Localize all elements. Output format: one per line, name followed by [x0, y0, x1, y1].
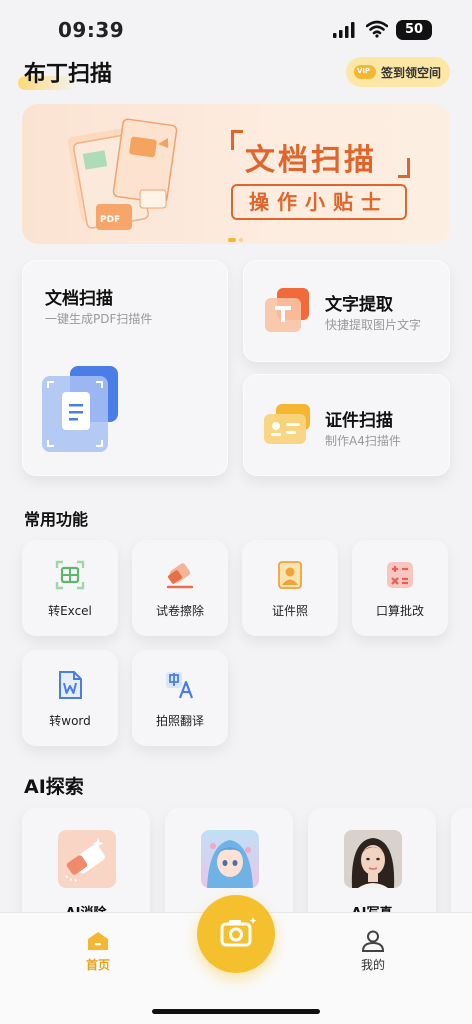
document-scan-icon — [42, 366, 118, 452]
camera-icon — [220, 917, 257, 947]
pager-dot — [239, 238, 243, 242]
func-paper-erase[interactable]: 试卷擦除 — [132, 540, 228, 636]
func-math-check[interactable]: 口算批改 — [352, 540, 448, 636]
doc-scan-card[interactable]: 文档扫描 一键生成PDF扫描件 — [22, 260, 228, 476]
func-label: 转Excel — [48, 604, 92, 618]
func-photo-translate[interactable]: 拍照翻译 — [132, 650, 228, 746]
wifi-icon — [366, 20, 388, 38]
id-scan-title: 证件扫描 — [325, 411, 393, 431]
portrait-photo-image — [344, 830, 402, 888]
func-label: 证件照 — [271, 604, 308, 618]
text-extract-subtitle: 快捷提取图片文字 — [325, 318, 422, 332]
portrait-icon — [278, 561, 302, 589]
status-bar: 09:39 50 — [0, 0, 472, 58]
anime-avatar-image — [201, 830, 259, 888]
text-extract-card[interactable]: 文字提取 快捷提取图片文字 — [243, 260, 450, 362]
id-scan-card[interactable]: 证件扫描 制作A4扫描件 — [243, 374, 450, 476]
app-title: 布丁扫描 — [24, 62, 113, 87]
battery-indicator: 50 — [396, 20, 432, 40]
banner-subtitle: 操作小贴士 — [231, 184, 407, 220]
translate-icon — [166, 672, 194, 699]
id-card-icon — [264, 404, 310, 444]
tab-home-label: 首页 — [85, 958, 110, 972]
tips-banner[interactable]: PDF — [22, 104, 450, 244]
text-extract-title: 文字提取 — [325, 295, 393, 315]
cloud-vip-icon: VIP — [354, 65, 376, 79]
func-label: 转word — [49, 714, 91, 728]
ai-eraser-thumbnail — [58, 830, 116, 888]
eraser-icon — [166, 563, 194, 589]
status-time: 09:39 — [58, 18, 125, 42]
svg-text:PDF: PDF — [100, 215, 120, 225]
doc-scan-subtitle: 一键生成PDF扫描件 — [45, 312, 153, 326]
checkin-button[interactable]: VIP 签到领空间 — [346, 57, 450, 87]
func-to-word[interactable]: 转word — [22, 650, 118, 746]
camera-button[interactable] — [197, 895, 275, 973]
home-indicator — [152, 1009, 320, 1014]
id-scan-subtitle: 制作A4扫描件 — [325, 434, 401, 448]
banner-bracket-left — [231, 130, 243, 150]
tab-home[interactable]: 首页 — [68, 930, 128, 973]
banner-title: 文档扫描 — [245, 143, 377, 178]
func-label: 拍照翻译 — [155, 714, 204, 728]
word-doc-icon — [59, 671, 82, 699]
banner-pager-dots — [228, 238, 243, 242]
common-functions-title: 常用功能 — [24, 510, 89, 529]
func-id-photo[interactable]: 证件照 — [242, 540, 338, 636]
doc-scan-title: 文档扫描 — [45, 289, 113, 309]
func-to-excel[interactable]: 转Excel — [22, 540, 118, 636]
user-icon — [361, 930, 385, 952]
home-icon — [88, 932, 108, 950]
document-illustration-icon: PDF — [67, 118, 178, 230]
calculator-icon — [387, 562, 413, 588]
tab-mine[interactable]: 我的 — [343, 930, 403, 973]
cellular-signal-icon — [333, 22, 355, 38]
pager-dot-active — [228, 238, 236, 242]
vip-badge: VIP — [357, 67, 371, 75]
excel-grid-icon — [55, 560, 85, 590]
tab-mine-label: 我的 — [360, 958, 385, 972]
text-extract-icon — [265, 288, 309, 332]
magic-eraser-icon — [65, 838, 105, 882]
banner-bracket-right — [398, 158, 410, 178]
ai-explore-title: AI探索 — [24, 776, 84, 798]
func-label: 口算批改 — [375, 604, 424, 618]
checkin-label: 签到领空间 — [381, 65, 442, 80]
func-label: 试卷擦除 — [155, 604, 204, 618]
